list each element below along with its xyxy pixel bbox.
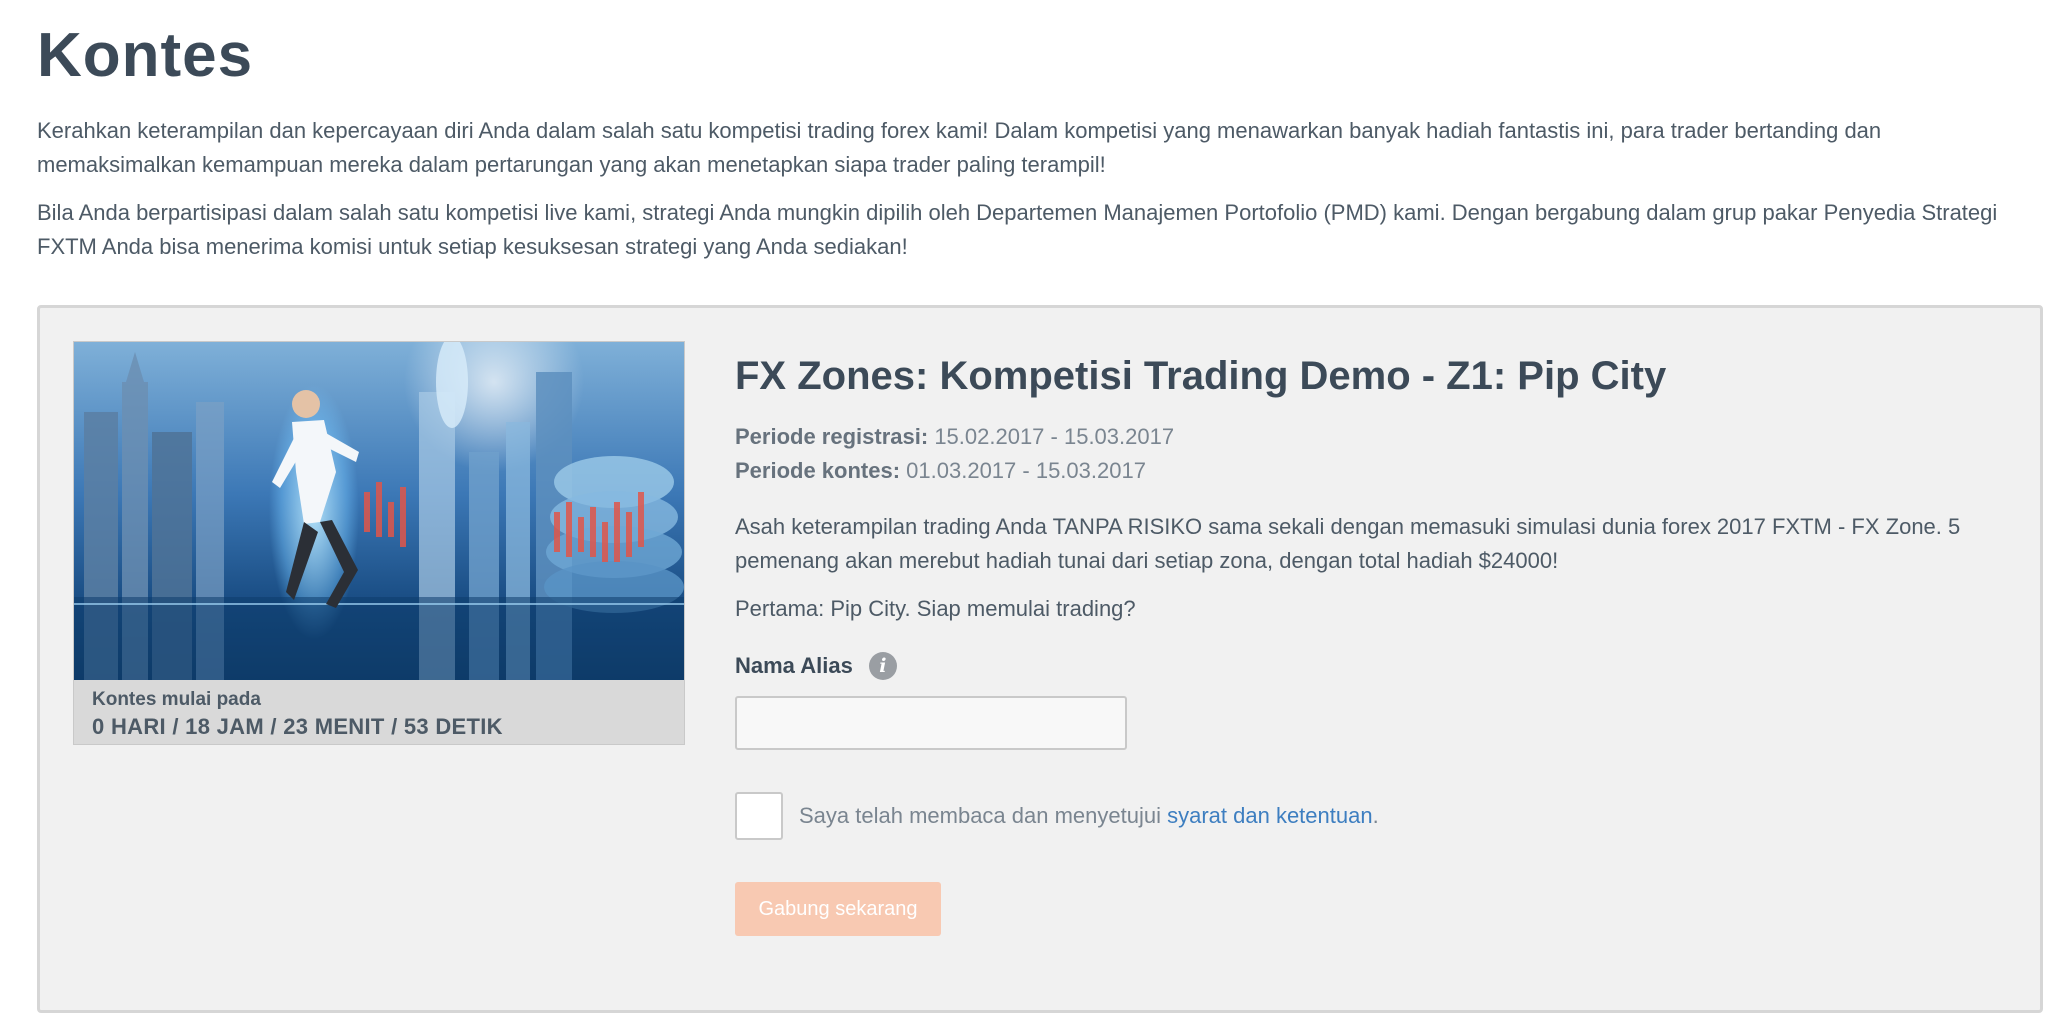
info-icon[interactable]: i: [868, 652, 897, 680]
registration-period-value: 15.02.2017 - 15.03.2017: [934, 424, 1175, 449]
contest-details: FX Zones: Kompetisi Trading Demo - Z1: P…: [735, 348, 2015, 936]
description-paragraph: Asah keterampilan trading Anda TANPA RIS…: [735, 514, 1961, 573]
terms-agreement-suffix: .: [1372, 803, 1379, 828]
contest-banner-image: [74, 342, 684, 680]
alias-input[interactable]: [735, 696, 1127, 750]
contest-banner: Kontes mulai pada 0 HARI / 18 JAM / 23 M…: [73, 341, 685, 745]
alias-label: Nama Alias: [735, 653, 853, 678]
registration-period: Periode registrasi: 15.02.2017 - 15.03.2…: [735, 420, 2015, 454]
alias-label-row: Nama Alias i: [735, 652, 2015, 680]
contest-periods: Periode registrasi: 15.02.2017 - 15.03.2…: [735, 420, 2015, 488]
contest-description: Asah keterampilan trading Anda TANPA RIS…: [735, 510, 2015, 626]
intro-text: Kerahkan keterampilan dan kepercayaan di…: [37, 114, 2017, 264]
join-now-button[interactable]: Gabung sekarang: [735, 882, 941, 936]
city-skyline-illustration: [74, 342, 684, 680]
terms-agreement-text: Saya telah membaca dan menyetujui syarat…: [799, 803, 1379, 829]
page-title: Kontes: [37, 21, 254, 90]
contest-period-value: 01.03.2017 - 15.03.2017: [906, 458, 1146, 483]
contest-card: Kontes mulai pada 0 HARI / 18 JAM / 23 M…: [37, 305, 2043, 1013]
intro-paragraph: Kerahkan keterampilan dan kepercayaan di…: [37, 118, 1882, 177]
terms-agreement-prefix: Saya telah membaca dan menyetujui: [799, 803, 1168, 828]
contest-period: Periode kontes: 01.03.2017 - 15.03.2017: [735, 454, 2015, 488]
terms-agreement-row: Saya telah membaca dan menyetujui syarat…: [735, 792, 2015, 840]
terms-checkbox[interactable]: [735, 792, 783, 840]
countdown-value: 0 HARI / 18 JAM / 23 MENIT / 53 DETIK: [92, 714, 503, 739]
description-paragraph: Pertama: Pip City. Siap memulai trading?: [735, 596, 1136, 621]
registration-period-label: Periode registrasi:: [735, 424, 929, 449]
contests-page: Kontes Kerahkan keterampilan dan keperca…: [0, 0, 2048, 1027]
contest-period-label: Periode kontes:: [735, 458, 901, 483]
intro-paragraph: Bila Anda berpartisipasi dalam salah sat…: [37, 200, 1998, 259]
countdown-panel: Kontes mulai pada 0 HARI / 18 JAM / 23 M…: [74, 680, 684, 744]
contest-title: FX Zones: Kompetisi Trading Demo - Z1: P…: [735, 354, 1667, 398]
countdown-label: Kontes mulai pada: [92, 689, 261, 710]
terms-link[interactable]: syarat dan ketentuan: [1167, 803, 1372, 828]
